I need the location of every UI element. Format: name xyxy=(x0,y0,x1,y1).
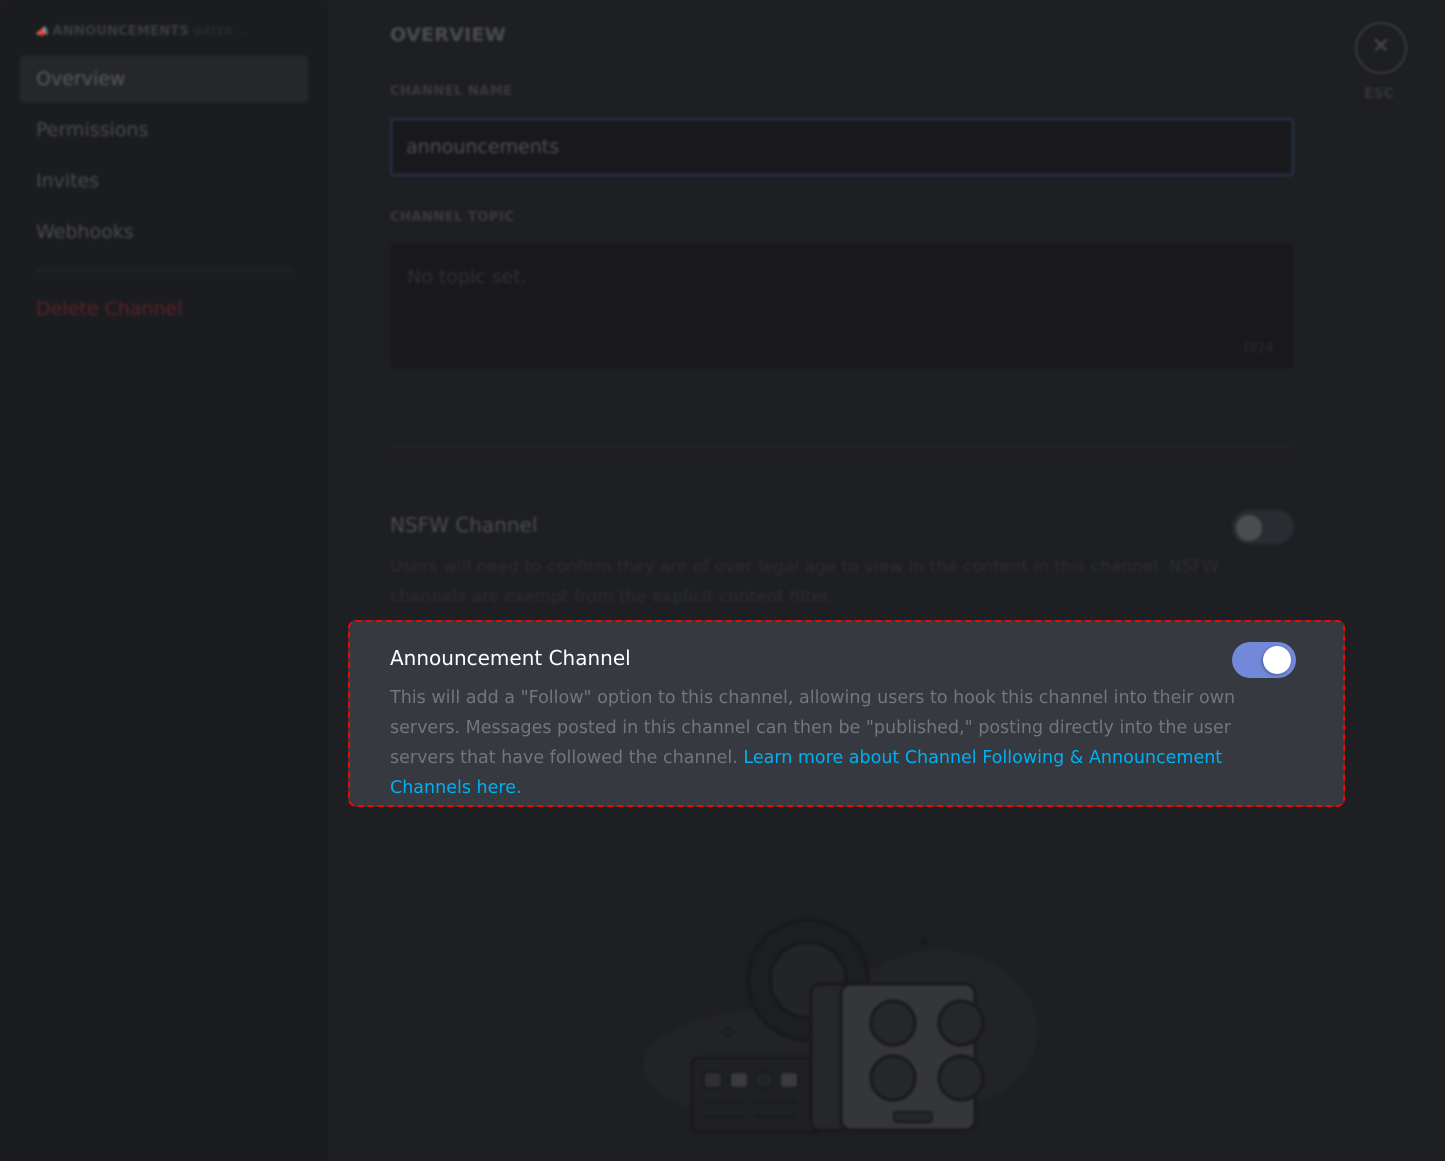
amp-knob-3 xyxy=(869,1054,917,1102)
announcement-toggle-knob xyxy=(1263,646,1291,674)
announcement-channel-setting: Announcement Channel This will add a "Fo… xyxy=(348,620,1345,807)
settings-content: OVERVIEW CHANNEL NAME announcements CHAN… xyxy=(328,0,1445,1161)
settings-sidebar: 📣 ANNOUNCEMENTS WATER ... Overview Permiss… xyxy=(0,0,328,1161)
amp-knob-4 xyxy=(937,1054,985,1102)
channel-topic-placeholder: No topic set. xyxy=(407,266,527,288)
announcement-channel-toggle[interactable] xyxy=(1232,642,1296,678)
mixer-pad-4 xyxy=(779,1071,799,1089)
mixer-pad-1 xyxy=(703,1071,723,1089)
amp-label-plate xyxy=(893,1111,933,1123)
channel-topic-label: CHANNEL TOPIC xyxy=(390,210,515,225)
nsfw-description: Users will need to confirm they are of o… xyxy=(390,557,1219,607)
sidebar-channel-name: ANNOUNCEMENTS xyxy=(52,24,189,39)
esc-label: ESC xyxy=(1364,86,1394,102)
delete-channel-button[interactable]: Delete Channel xyxy=(20,286,308,332)
close-button[interactable]: ✕ xyxy=(1355,22,1407,74)
sidebar-item-webhooks[interactable]: Webhooks xyxy=(20,209,308,255)
nsfw-toggle-knob xyxy=(1236,515,1262,541)
mixer-pad-3 xyxy=(754,1071,774,1089)
channel-name-input[interactable]: announcements xyxy=(390,118,1294,176)
nsfw-title: NSFW Channel xyxy=(390,513,538,537)
section-divider xyxy=(390,446,1294,448)
page-title: OVERVIEW xyxy=(390,24,507,46)
announcement-channel-description: This will add a "Follow" option to this … xyxy=(390,683,1300,803)
channel-topic-input[interactable]: No topic set. 1024 xyxy=(390,243,1294,369)
amp-knob-1 xyxy=(869,999,917,1047)
sidebar-item-permissions[interactable]: Permissions xyxy=(20,107,308,153)
close-icon: ✕ xyxy=(1371,34,1391,59)
sidebar-category-name: WATER ... xyxy=(192,25,247,38)
amp-knob-2 xyxy=(937,999,985,1047)
sidebar-item-invites[interactable]: Invites xyxy=(20,158,308,204)
sidebar-heading: 📣 ANNOUNCEMENTS WATER ... xyxy=(36,24,247,39)
channel-name-label: CHANNEL NAME xyxy=(390,84,513,99)
illustration-dot xyxy=(920,938,928,946)
mixer-panel xyxy=(690,1056,824,1134)
mixer-pad-2 xyxy=(729,1071,749,1089)
announcement-channel-title: Announcement Channel xyxy=(390,646,631,670)
sidebar-item-overview[interactable]: Overview xyxy=(20,56,308,102)
settings-illustration xyxy=(643,918,1038,1134)
nsfw-toggle[interactable] xyxy=(1232,510,1294,544)
topic-char-counter: 1024 xyxy=(1241,341,1273,356)
megaphone-icon: 📣 xyxy=(36,27,49,38)
sidebar-divider xyxy=(36,270,294,271)
